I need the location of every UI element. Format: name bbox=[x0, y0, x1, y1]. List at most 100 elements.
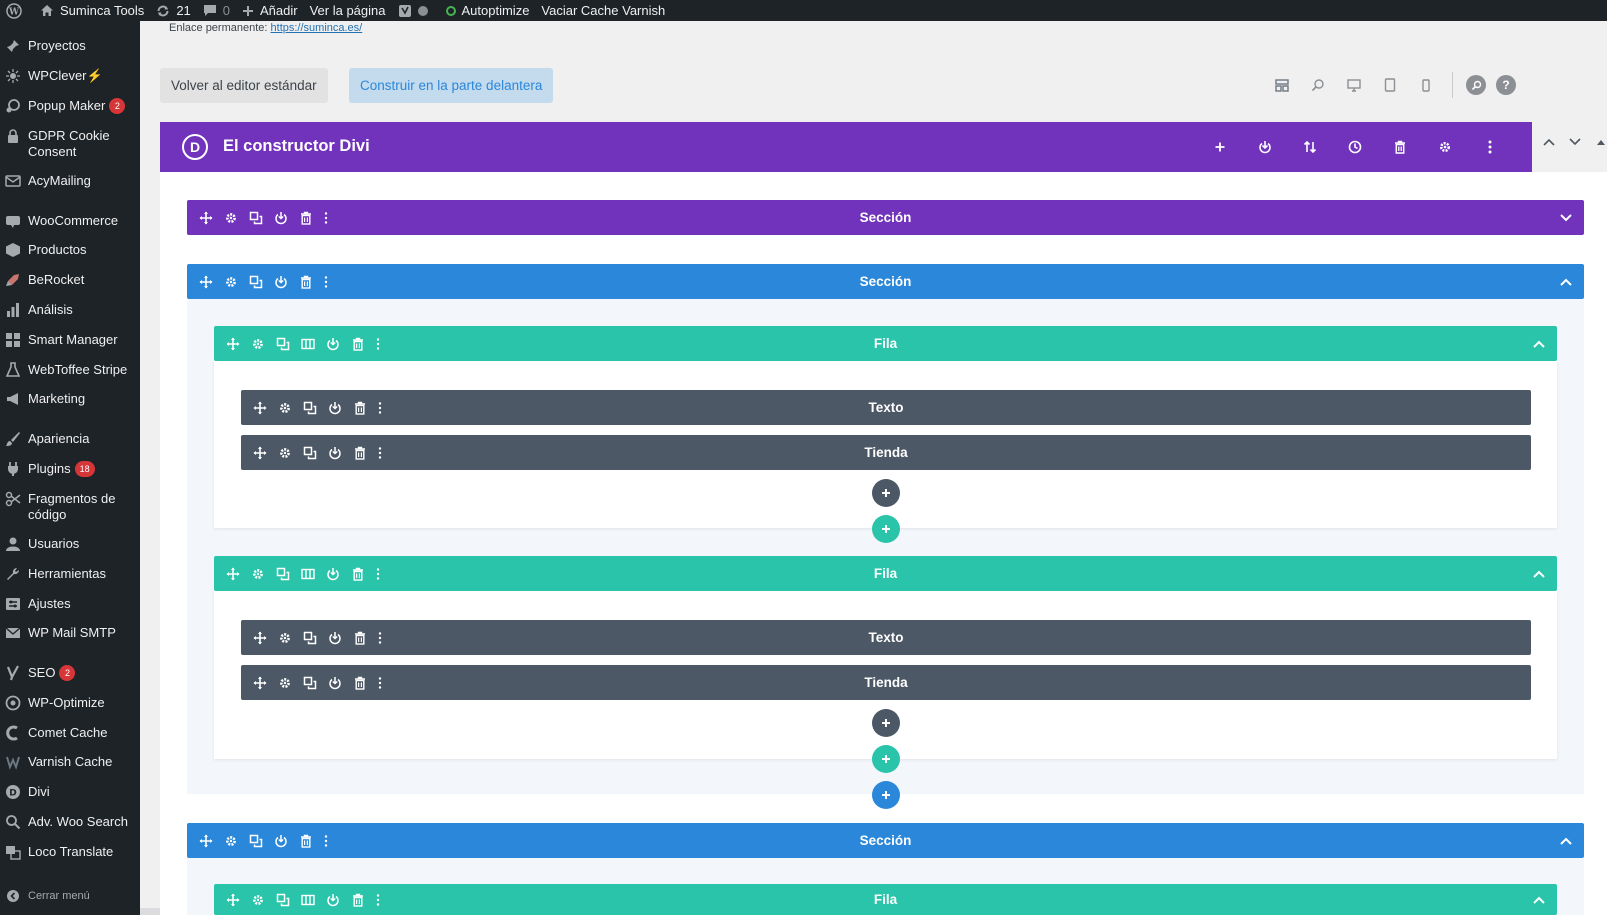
sidebar-item[interactable]: Comet Cache bbox=[0, 725, 140, 741]
save-icon[interactable] bbox=[320, 884, 345, 915]
trash-icon[interactable] bbox=[345, 326, 370, 361]
move-icon[interactable] bbox=[220, 884, 245, 915]
yoast-menu[interactable] bbox=[392, 0, 440, 21]
gear-icon[interactable] bbox=[245, 556, 270, 591]
module-bar-text[interactable]: Texto bbox=[241, 390, 1531, 425]
sidebar-item[interactable]: SEO 2 bbox=[0, 665, 140, 681]
trash-icon[interactable] bbox=[347, 435, 372, 470]
save-to-library-icon[interactable] bbox=[1242, 140, 1287, 154]
updates-link[interactable]: 21 bbox=[150, 0, 196, 21]
move-icon[interactable] bbox=[220, 326, 245, 361]
duplicate-icon[interactable] bbox=[270, 884, 295, 915]
permalink-url[interactable]: https://suminca.es/ bbox=[271, 22, 363, 34]
sidebar-item[interactable]: WebToffee Stripe bbox=[0, 362, 140, 378]
comments-link[interactable]: 0 bbox=[197, 0, 236, 21]
sidebar-item[interactable]: BeRocket bbox=[0, 272, 140, 288]
sidebar-item[interactable]: WPClever⚡ bbox=[0, 68, 140, 84]
sidebar-item[interactable]: Usuarios bbox=[0, 536, 140, 552]
sidebar-item[interactable]: GDPR Cookie Consent bbox=[0, 128, 140, 160]
gear-icon[interactable] bbox=[272, 620, 297, 655]
move-up-icon[interactable] bbox=[1536, 138, 1562, 146]
duplicate-icon[interactable] bbox=[297, 620, 322, 655]
more-icon[interactable] bbox=[318, 200, 333, 235]
gear-icon[interactable] bbox=[218, 823, 243, 858]
sidebar-item[interactable]: Apariencia bbox=[0, 431, 140, 447]
sidebar-item[interactable]: Herramientas bbox=[0, 566, 140, 582]
save-icon[interactable] bbox=[322, 435, 347, 470]
add-row-button[interactable] bbox=[872, 515, 900, 543]
wireframe-view-icon[interactable] bbox=[1264, 78, 1300, 92]
sidebar-item[interactable]: Smart Manager bbox=[0, 332, 140, 348]
duplicate-icon[interactable] bbox=[297, 435, 322, 470]
gear-icon[interactable] bbox=[245, 326, 270, 361]
move-icon[interactable] bbox=[247, 390, 272, 425]
sidebar-item[interactable]: Plugins 18 bbox=[0, 461, 140, 477]
sidebar-item[interactable]: Análisis bbox=[0, 302, 140, 318]
sidebar-item[interactable]: Marketing bbox=[0, 391, 140, 407]
duplicate-icon[interactable] bbox=[270, 556, 295, 591]
add-row-button[interactable] bbox=[872, 745, 900, 773]
add-layout-icon[interactable] bbox=[1197, 141, 1242, 153]
move-icon[interactable] bbox=[247, 435, 272, 470]
save-icon[interactable] bbox=[320, 556, 345, 591]
columns-icon[interactable] bbox=[295, 556, 320, 591]
duplicate-icon[interactable] bbox=[243, 264, 268, 299]
sidebar-item[interactable]: D Divi bbox=[0, 784, 140, 800]
gear-icon[interactable] bbox=[272, 390, 297, 425]
save-icon[interactable] bbox=[322, 390, 347, 425]
more-icon[interactable] bbox=[318, 264, 333, 299]
save-icon[interactable] bbox=[268, 823, 293, 858]
row-bar[interactable]: Fila bbox=[214, 326, 1557, 361]
move-icon[interactable] bbox=[247, 620, 272, 655]
trash-icon[interactable] bbox=[347, 390, 372, 425]
gear-icon[interactable] bbox=[218, 264, 243, 299]
save-icon[interactable] bbox=[322, 620, 347, 655]
sidebar-item[interactable]: Fragmentos de código bbox=[0, 491, 140, 523]
varnish-purge-link[interactable]: Vaciar Cache Varnish bbox=[535, 0, 671, 21]
move-icon[interactable] bbox=[247, 665, 272, 700]
sidebar-item[interactable]: Loco Translate bbox=[0, 844, 140, 860]
add-module-button[interactable] bbox=[872, 709, 900, 737]
duplicate-icon[interactable] bbox=[243, 200, 268, 235]
toggle-panel-icon[interactable] bbox=[1588, 139, 1607, 145]
columns-icon[interactable] bbox=[295, 326, 320, 361]
chevron-down-icon[interactable] bbox=[1560, 200, 1572, 235]
more-options-icon[interactable] bbox=[1467, 140, 1512, 154]
move-down-icon[interactable] bbox=[1562, 138, 1588, 146]
sidebar-item[interactable]: WooCommerce bbox=[0, 213, 140, 229]
search-help-icon[interactable] bbox=[1466, 75, 1486, 95]
collapse-menu-button[interactable]: Cerrar menú bbox=[0, 889, 90, 903]
duplicate-icon[interactable] bbox=[297, 390, 322, 425]
section-bar[interactable]: Sección bbox=[187, 264, 1584, 299]
trash-icon[interactable] bbox=[345, 556, 370, 591]
more-icon[interactable] bbox=[372, 620, 387, 655]
module-bar-shop[interactable]: Tienda bbox=[241, 665, 1531, 700]
zoom-icon[interactable] bbox=[1300, 78, 1336, 92]
gear-icon[interactable] bbox=[245, 884, 270, 915]
row-bar[interactable]: Fila bbox=[214, 884, 1557, 915]
trash-icon[interactable] bbox=[347, 665, 372, 700]
clear-layout-icon[interactable] bbox=[1377, 140, 1422, 154]
more-icon[interactable] bbox=[370, 884, 385, 915]
more-icon[interactable] bbox=[372, 665, 387, 700]
add-module-button[interactable] bbox=[872, 479, 900, 507]
more-icon[interactable] bbox=[318, 823, 333, 858]
duplicate-icon[interactable] bbox=[270, 326, 295, 361]
more-icon[interactable] bbox=[372, 435, 387, 470]
move-icon[interactable] bbox=[193, 200, 218, 235]
gear-icon[interactable] bbox=[272, 435, 297, 470]
settings-gear-icon[interactable] bbox=[1422, 140, 1467, 154]
module-bar-shop[interactable]: Tienda bbox=[241, 435, 1531, 470]
standard-editor-button[interactable]: Volver al editor estándar bbox=[160, 68, 328, 103]
gear-icon[interactable] bbox=[272, 665, 297, 700]
tablet-view-icon[interactable] bbox=[1372, 78, 1408, 92]
phone-view-icon[interactable] bbox=[1408, 78, 1444, 92]
chevron-up-icon[interactable] bbox=[1560, 823, 1572, 858]
sidebar-item[interactable]: AcyMailing bbox=[0, 173, 140, 189]
sidebar-item[interactable]: Varnish Cache bbox=[0, 754, 140, 770]
save-icon[interactable] bbox=[268, 264, 293, 299]
desktop-view-icon[interactable] bbox=[1336, 78, 1372, 92]
wordpress-logo-icon[interactable]: W bbox=[0, 0, 34, 21]
more-icon[interactable] bbox=[372, 390, 387, 425]
chevron-up-icon[interactable] bbox=[1533, 326, 1545, 361]
